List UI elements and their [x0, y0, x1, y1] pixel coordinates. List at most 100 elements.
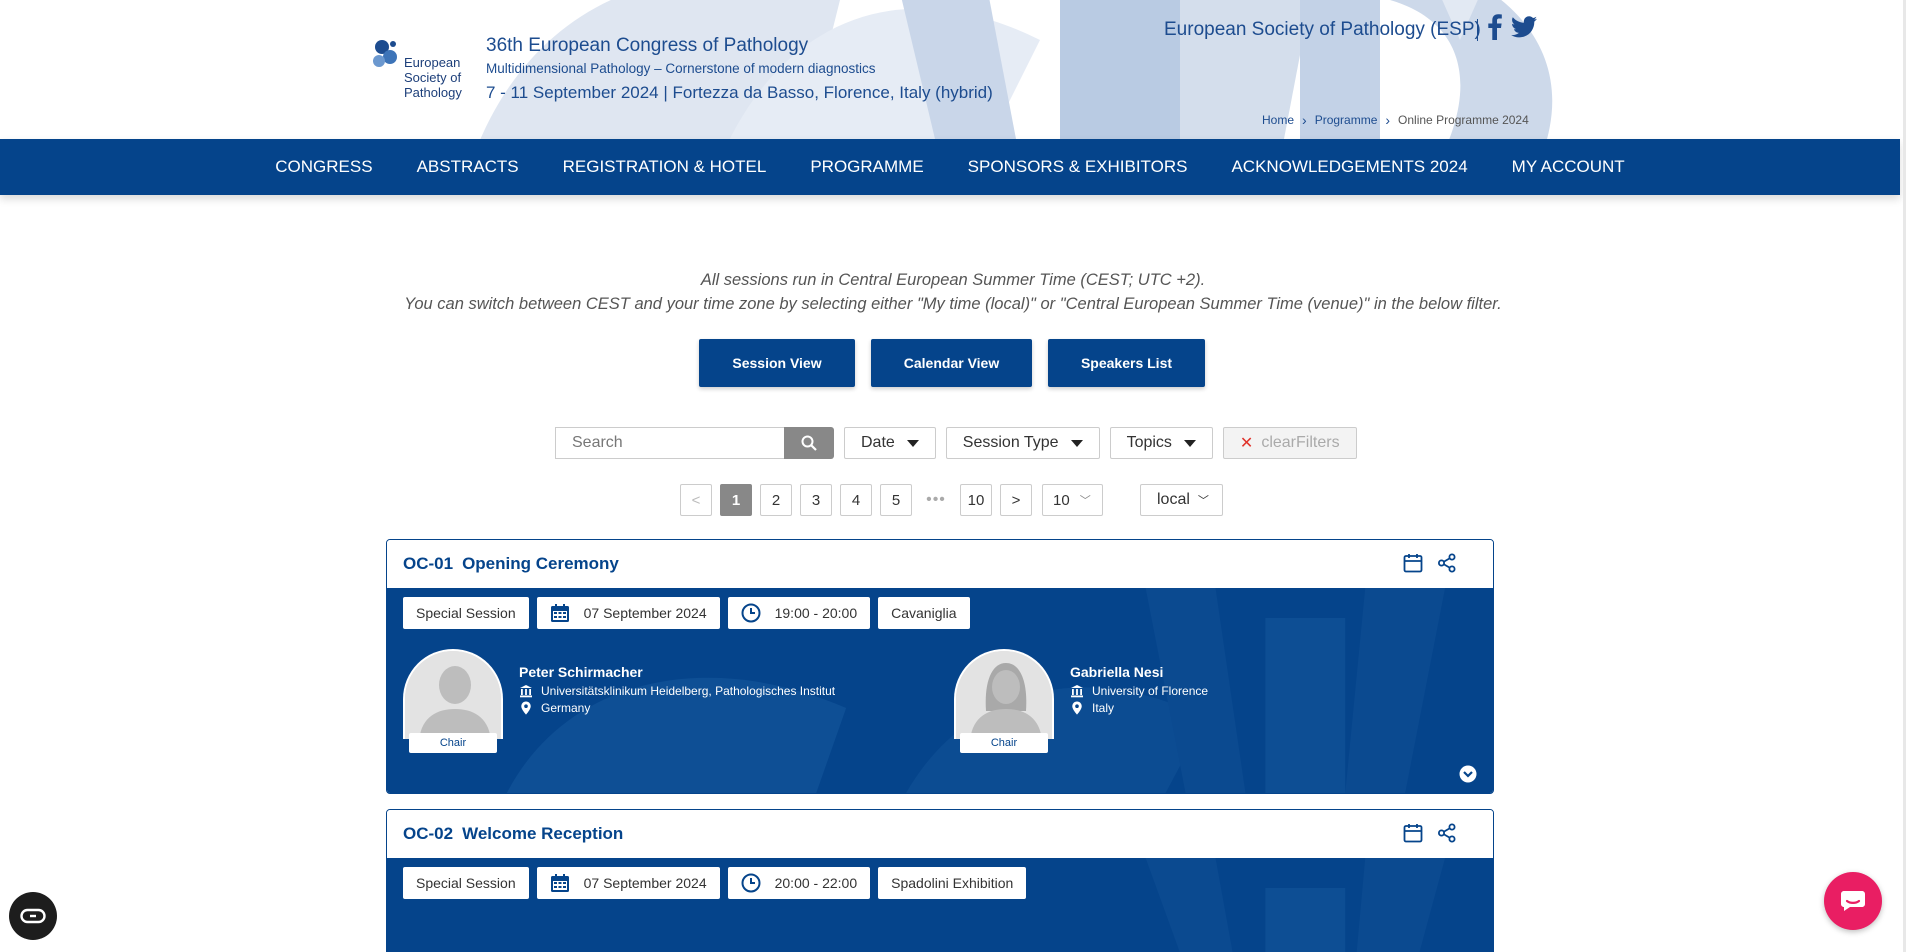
accessibility-button[interactable] — [9, 892, 57, 940]
breadcrumb-programme[interactable]: Programme — [1315, 113, 1378, 127]
calendar-view-button[interactable]: Calendar View — [871, 339, 1032, 387]
role-badge: Chair — [409, 733, 497, 753]
main-nav: CONGRESS ABSTRACTS REGISTRATION & HOTEL … — [0, 139, 1900, 195]
breadcrumb: Home › Programme › Online Programme 2024 — [1262, 112, 1529, 128]
session-room-tag: Cavaniglia — [878, 597, 970, 629]
speaker-card[interactable]: Chair Gabriella Nesi University of Flore… — [938, 649, 1489, 759]
session-type-filter[interactable]: Session Type — [945, 427, 1100, 459]
timezone-intro: All sessions run in Central European Sum… — [0, 268, 1906, 316]
speaker-name[interactable]: Peter Schirmacher — [519, 664, 835, 680]
clear-filters-label: clearFilters — [1261, 434, 1340, 451]
share-icon[interactable] — [1437, 553, 1457, 573]
search-input[interactable] — [555, 427, 784, 459]
logo-line: European — [404, 55, 461, 70]
pagination-page[interactable]: 2 — [760, 484, 792, 516]
calendar-add-icon[interactable] — [1403, 553, 1423, 573]
session-date-tag: 07 September 2024 — [536, 867, 720, 899]
institution-icon — [520, 685, 532, 698]
expand-chevron-icon[interactable] — [1459, 765, 1477, 783]
caret-down-icon — [906, 439, 919, 447]
intro-line-2: You can switch between CEST and your tim… — [404, 295, 1502, 313]
timezone-value: local — [1157, 491, 1190, 508]
speaker-name[interactable]: Gabriella Nesi — [1070, 664, 1208, 680]
chat-button[interactable] — [1824, 872, 1882, 930]
session-header[interactable]: OC-02 Welcome Reception — [387, 810, 1493, 858]
male-avatar-icon — [405, 651, 501, 739]
timezone-select[interactable]: local ﹀ — [1140, 484, 1223, 516]
nav-abstracts[interactable]: ABSTRACTS — [395, 157, 541, 177]
pagination-page[interactable]: 3 — [800, 484, 832, 516]
logo-line: Society of — [404, 70, 462, 85]
intro-line-1: All sessions run in Central European Sum… — [700, 271, 1206, 289]
chevron-down-icon: ﹀ — [1197, 495, 1209, 507]
session-tags: Special Session 07 September 2024 19:00 … — [387, 588, 1493, 629]
pagination-page[interactable]: 1 — [720, 484, 752, 516]
date-filter[interactable]: Date — [844, 427, 936, 459]
congress-title: 36th European Congress of Pathology — [486, 35, 809, 56]
share-icon[interactable] — [1437, 823, 1457, 843]
speaker-institution-row: Universitätsklinikum Heidelberg, Patholo… — [519, 684, 835, 698]
search-group — [555, 427, 834, 459]
nav-congress[interactable]: CONGRESS — [253, 157, 394, 177]
pagination-next[interactable]: > — [1000, 484, 1032, 516]
esp-logo[interactable]: European Society of Pathology — [368, 35, 468, 103]
caret-down-icon — [1183, 439, 1196, 447]
speaker-country-row: Germany — [519, 701, 835, 715]
role-badge: Chair — [960, 733, 1048, 753]
nav-my-account[interactable]: MY ACCOUNT — [1490, 157, 1647, 177]
logo-line: Pathology — [404, 85, 462, 100]
session-type-tag: Special Session — [403, 867, 529, 899]
speaker-country: Germany — [541, 701, 591, 715]
page-size-select[interactable]: 10 ﹀ — [1042, 484, 1103, 516]
breadcrumb-home[interactable]: Home — [1262, 113, 1294, 127]
location-pin-icon — [521, 701, 531, 715]
search-button[interactable] — [784, 427, 834, 459]
location-pin-icon — [1072, 701, 1082, 715]
pagination-prev[interactable]: < — [680, 484, 712, 516]
speaker-country: Italy — [1092, 701, 1115, 715]
facebook-icon[interactable] — [1488, 14, 1502, 40]
session-code: OC-02 — [403, 824, 454, 843]
session-date-tag: 07 September 2024 — [536, 597, 720, 629]
search-icon — [801, 435, 817, 451]
speaker-info: Gabriella Nesi University of Florence It… — [1070, 664, 1208, 718]
session-time-tag: 19:00 - 20:00 — [727, 597, 871, 629]
close-icon: ✕ — [1239, 435, 1254, 452]
filter-bar: Date Session Type Topics ✕ clearFilters — [555, 427, 1357, 459]
speaker-card[interactable]: Chair Peter Schirmacher Universitätsklin… — [387, 649, 938, 759]
session-title[interactable]: Opening Ceremony — [462, 554, 619, 574]
session-type-filter-label: Session Type — [962, 434, 1059, 451]
pagination-last-page[interactable]: 10 — [960, 484, 992, 516]
nav-programme[interactable]: PROGRAMME — [788, 157, 945, 177]
session-time: 19:00 - 20:00 — [774, 605, 858, 621]
session-date: 07 September 2024 — [583, 605, 707, 621]
topics-filter[interactable]: Topics — [1109, 427, 1213, 459]
pagination-page[interactable]: 4 — [840, 484, 872, 516]
session-code: OC-01 — [403, 554, 454, 573]
clear-filters-button[interactable]: ✕ clearFilters — [1222, 427, 1357, 459]
speakers-list-button[interactable]: Speakers List — [1048, 339, 1205, 387]
page-size-value: 10 — [1053, 491, 1070, 509]
esp-logo-mark — [373, 40, 397, 67]
calendar-add-icon[interactable] — [1403, 823, 1423, 843]
session-date: 07 September 2024 — [583, 875, 707, 891]
female-avatar-icon — [956, 651, 1052, 739]
speaker-institution: Universitätsklinikum Heidelberg, Patholo… — [541, 684, 836, 698]
twitter-icon[interactable] — [1511, 16, 1537, 38]
chevron-right-icon: › — [1302, 112, 1307, 128]
clock-icon — [741, 603, 761, 623]
accessibility-glasses-icon — [20, 908, 46, 924]
session-title[interactable]: Welcome Reception — [462, 824, 623, 844]
esp-society-link[interactable]: European Society of Pathology (ESP) — [1164, 19, 1481, 41]
clock-icon — [741, 873, 761, 893]
calendar-icon — [550, 874, 569, 892]
nav-registration-hotel[interactable]: REGISTRATION & HOTEL — [541, 157, 789, 177]
session-header[interactable]: OC-01 Opening Ceremony — [387, 540, 1493, 588]
nav-sponsors-exhibitors[interactable]: SPONSORS & EXHIBITORS — [946, 157, 1210, 177]
calendar-icon — [550, 604, 569, 622]
pagination-ellipsis[interactable]: ••• — [920, 491, 952, 509]
pagination-page[interactable]: 5 — [880, 484, 912, 516]
nav-acknowledgements[interactable]: ACKNOWLEDGEMENTS 2024 — [1209, 157, 1489, 177]
breadcrumb-current: Online Programme 2024 — [1398, 113, 1529, 127]
session-view-button[interactable]: Session View — [699, 339, 855, 387]
